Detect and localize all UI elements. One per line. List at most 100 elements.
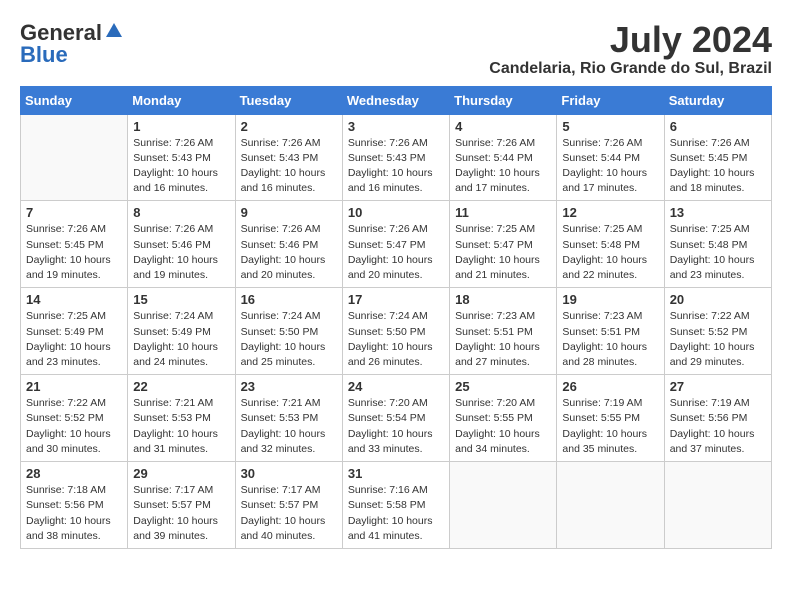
day-number: 18 xyxy=(455,292,551,307)
calendar-cell: 10 Sunrise: 7:26 AMSunset: 5:47 PMDayligh… xyxy=(342,201,449,288)
sunset-text: Sunset: 5:47 PM xyxy=(348,238,444,253)
calendar-cell: 27Sunrise: 7:19 AMSunset: 5:56 PMDayligh… xyxy=(664,375,771,462)
calendar-cell: 8Sunrise: 7:26 AMSunset: 5:46 PMDaylight… xyxy=(128,201,235,288)
day-number: 29 xyxy=(133,466,229,481)
calendar-cell: 16Sunrise: 7:24 AMSunset: 5:50 PMDayligh… xyxy=(235,288,342,375)
daylight-text: Daylight: 10 hours and 23 minutes. xyxy=(670,253,766,283)
day-info: Sunrise: 7:26 AMSunset: 5:47 PMDaylight:… xyxy=(348,222,444,283)
daylight-text: Daylight: 10 hours and 19 minutes. xyxy=(26,253,122,283)
day-number: 20 xyxy=(670,292,766,307)
day-number: 6 xyxy=(670,119,766,134)
day-number: 10 xyxy=(348,205,444,220)
sunset-text: Sunset: 5:47 PM xyxy=(455,238,551,253)
weekday-header: Thursday xyxy=(450,86,557,114)
day-info: Sunrise: 7:18 AMSunset: 5:56 PMDaylight:… xyxy=(26,483,122,544)
day-number: 31 xyxy=(348,466,444,481)
sunrise-text: Sunrise: 7:16 AM xyxy=(348,483,444,498)
sunrise-text: Sunrise: 7:20 AM xyxy=(455,396,551,411)
sunrise-text: Sunrise: 7:19 AM xyxy=(562,396,658,411)
sunset-text: Sunset: 5:55 PM xyxy=(562,411,658,426)
calendar-cell xyxy=(664,462,771,549)
calendar-cell: 3Sunrise: 7:26 AMSunset: 5:43 PMDaylight… xyxy=(342,114,449,201)
daylight-text: Daylight: 10 hours and 27 minutes. xyxy=(455,340,551,370)
day-number: 1 xyxy=(133,119,229,134)
day-info: Sunrise: 7:25 AMSunset: 5:47 PMDaylight:… xyxy=(455,222,551,283)
calendar-header-row: SundayMondayTuesdayWednesdayThursdayFrid… xyxy=(21,86,772,114)
calendar-cell: 14Sunrise: 7:25 AMSunset: 5:49 PMDayligh… xyxy=(21,288,128,375)
calendar-cell: 17 Sunrise: 7:24 AMSunset: 5:50 PMDayligh… xyxy=(342,288,449,375)
sunrise-text: Sunrise: 7:19 AM xyxy=(670,396,766,411)
calendar-cell: 30Sunrise: 7:17 AMSunset: 5:57 PMDayligh… xyxy=(235,462,342,549)
logo-blue: Blue xyxy=(20,42,68,68)
sunrise-text: Sunrise: 7:23 AM xyxy=(562,309,658,324)
location-title: Candelaria, Rio Grande do Sul, Brazil xyxy=(489,60,772,78)
sunset-text: Sunset: 5:56 PM xyxy=(26,498,122,513)
day-info: Sunrise: 7:24 AMSunset: 5:50 PMDaylight:… xyxy=(348,309,444,370)
sunset-text: Sunset: 5:48 PM xyxy=(562,238,658,253)
day-info: Sunrise: 7:26 AMSunset: 5:43 PMDaylight:… xyxy=(133,136,229,197)
daylight-text: Daylight: 10 hours and 26 minutes. xyxy=(348,340,444,370)
sunrise-text: Sunrise: 7:25 AM xyxy=(455,222,551,237)
day-number: 4 xyxy=(455,119,551,134)
calendar-cell: 29Sunrise: 7:17 AMSunset: 5:57 PMDayligh… xyxy=(128,462,235,549)
day-info: Sunrise: 7:24 AMSunset: 5:50 PMDaylight:… xyxy=(241,309,337,370)
day-info: Sunrise: 7:26 AMSunset: 5:45 PMDaylight:… xyxy=(26,222,122,283)
sunrise-text: Sunrise: 7:21 AM xyxy=(133,396,229,411)
day-number: 28 xyxy=(26,466,122,481)
calendar-cell: 6Sunrise: 7:26 AMSunset: 5:45 PMDaylight… xyxy=(664,114,771,201)
calendar-cell: 19Sunrise: 7:23 AMSunset: 5:51 PMDayligh… xyxy=(557,288,664,375)
day-number: 5 xyxy=(562,119,658,134)
daylight-text: Daylight: 10 hours and 23 minutes. xyxy=(26,340,122,370)
day-info: Sunrise: 7:26 AMSunset: 5:46 PMDaylight:… xyxy=(133,222,229,283)
day-number: 24 xyxy=(348,379,444,394)
sunset-text: Sunset: 5:43 PM xyxy=(348,151,444,166)
calendar-cell: 21Sunrise: 7:22 AMSunset: 5:52 PMDayligh… xyxy=(21,375,128,462)
sunset-text: Sunset: 5:58 PM xyxy=(348,498,444,513)
calendar-cell: 31 Sunrise: 7:16 AMSunset: 5:58 PMDayligh… xyxy=(342,462,449,549)
day-number: 23 xyxy=(241,379,337,394)
day-info: Sunrise: 7:26 AMSunset: 5:43 PMDaylight:… xyxy=(241,136,337,197)
sunrise-text: Sunrise: 7:26 AM xyxy=(562,136,658,151)
calendar-week-row: 1Sunrise: 7:26 AMSunset: 5:43 PMDaylight… xyxy=(21,114,772,201)
day-number: 21 xyxy=(26,379,122,394)
daylight-text: Daylight: 10 hours and 16 minutes. xyxy=(348,166,444,196)
weekday-header: Monday xyxy=(128,86,235,114)
day-number: 11 xyxy=(455,205,551,220)
day-info: Sunrise: 7:22 AMSunset: 5:52 PMDaylight:… xyxy=(670,309,766,370)
sunset-text: Sunset: 5:51 PM xyxy=(455,325,551,340)
calendar-cell: 11 Sunrise: 7:25 AMSunset: 5:47 PMDayligh… xyxy=(450,201,557,288)
daylight-text: Daylight: 10 hours and 16 minutes. xyxy=(241,166,337,196)
day-info: Sunrise: 7:20 AMSunset: 5:55 PMDaylight:… xyxy=(455,396,551,457)
daylight-text: Daylight: 10 hours and 16 minutes. xyxy=(133,166,229,196)
daylight-text: Daylight: 10 hours and 24 minutes. xyxy=(133,340,229,370)
sunrise-text: Sunrise: 7:24 AM xyxy=(241,309,337,324)
day-number: 9 xyxy=(241,205,337,220)
daylight-text: Daylight: 10 hours and 20 minutes. xyxy=(241,253,337,283)
weekday-header: Sunday xyxy=(21,86,128,114)
sunrise-text: Sunrise: 7:26 AM xyxy=(455,136,551,151)
day-number: 17 xyxy=(348,292,444,307)
daylight-text: Daylight: 10 hours and 38 minutes. xyxy=(26,514,122,544)
day-info: Sunrise: 7:24 AMSunset: 5:49 PMDaylight:… xyxy=(133,309,229,370)
title-block: July 2024 Candelaria, Rio Grande do Sul,… xyxy=(489,20,772,78)
daylight-text: Daylight: 10 hours and 39 minutes. xyxy=(133,514,229,544)
calendar-cell: 20 Sunrise: 7:22 AMSunset: 5:52 PMDayligh… xyxy=(664,288,771,375)
day-info: Sunrise: 7:19 AMSunset: 5:55 PMDaylight:… xyxy=(562,396,658,457)
day-info: Sunrise: 7:26 AMSunset: 5:46 PMDaylight:… xyxy=(241,222,337,283)
daylight-text: Daylight: 10 hours and 41 minutes. xyxy=(348,514,444,544)
day-info: Sunrise: 7:25 AMSunset: 5:48 PMDaylight:… xyxy=(670,222,766,283)
day-info: Sunrise: 7:17 AMSunset: 5:57 PMDaylight:… xyxy=(241,483,337,544)
sunset-text: Sunset: 5:53 PM xyxy=(133,411,229,426)
sunrise-text: Sunrise: 7:25 AM xyxy=(562,222,658,237)
daylight-text: Daylight: 10 hours and 17 minutes. xyxy=(455,166,551,196)
calendar-cell: 22Sunrise: 7:21 AMSunset: 5:53 PMDayligh… xyxy=(128,375,235,462)
sunrise-text: Sunrise: 7:26 AM xyxy=(26,222,122,237)
calendar-week-row: 21Sunrise: 7:22 AMSunset: 5:52 PMDayligh… xyxy=(21,375,772,462)
weekday-header: Tuesday xyxy=(235,86,342,114)
sunset-text: Sunset: 5:46 PM xyxy=(241,238,337,253)
calendar-week-row: 28 Sunrise: 7:18 AMSunset: 5:56 PMDayligh… xyxy=(21,462,772,549)
daylight-text: Daylight: 10 hours and 31 minutes. xyxy=(133,427,229,457)
calendar-table: SundayMondayTuesdayWednesdayThursdayFrid… xyxy=(20,86,772,549)
logo-icon xyxy=(104,21,124,41)
sunrise-text: Sunrise: 7:17 AM xyxy=(241,483,337,498)
